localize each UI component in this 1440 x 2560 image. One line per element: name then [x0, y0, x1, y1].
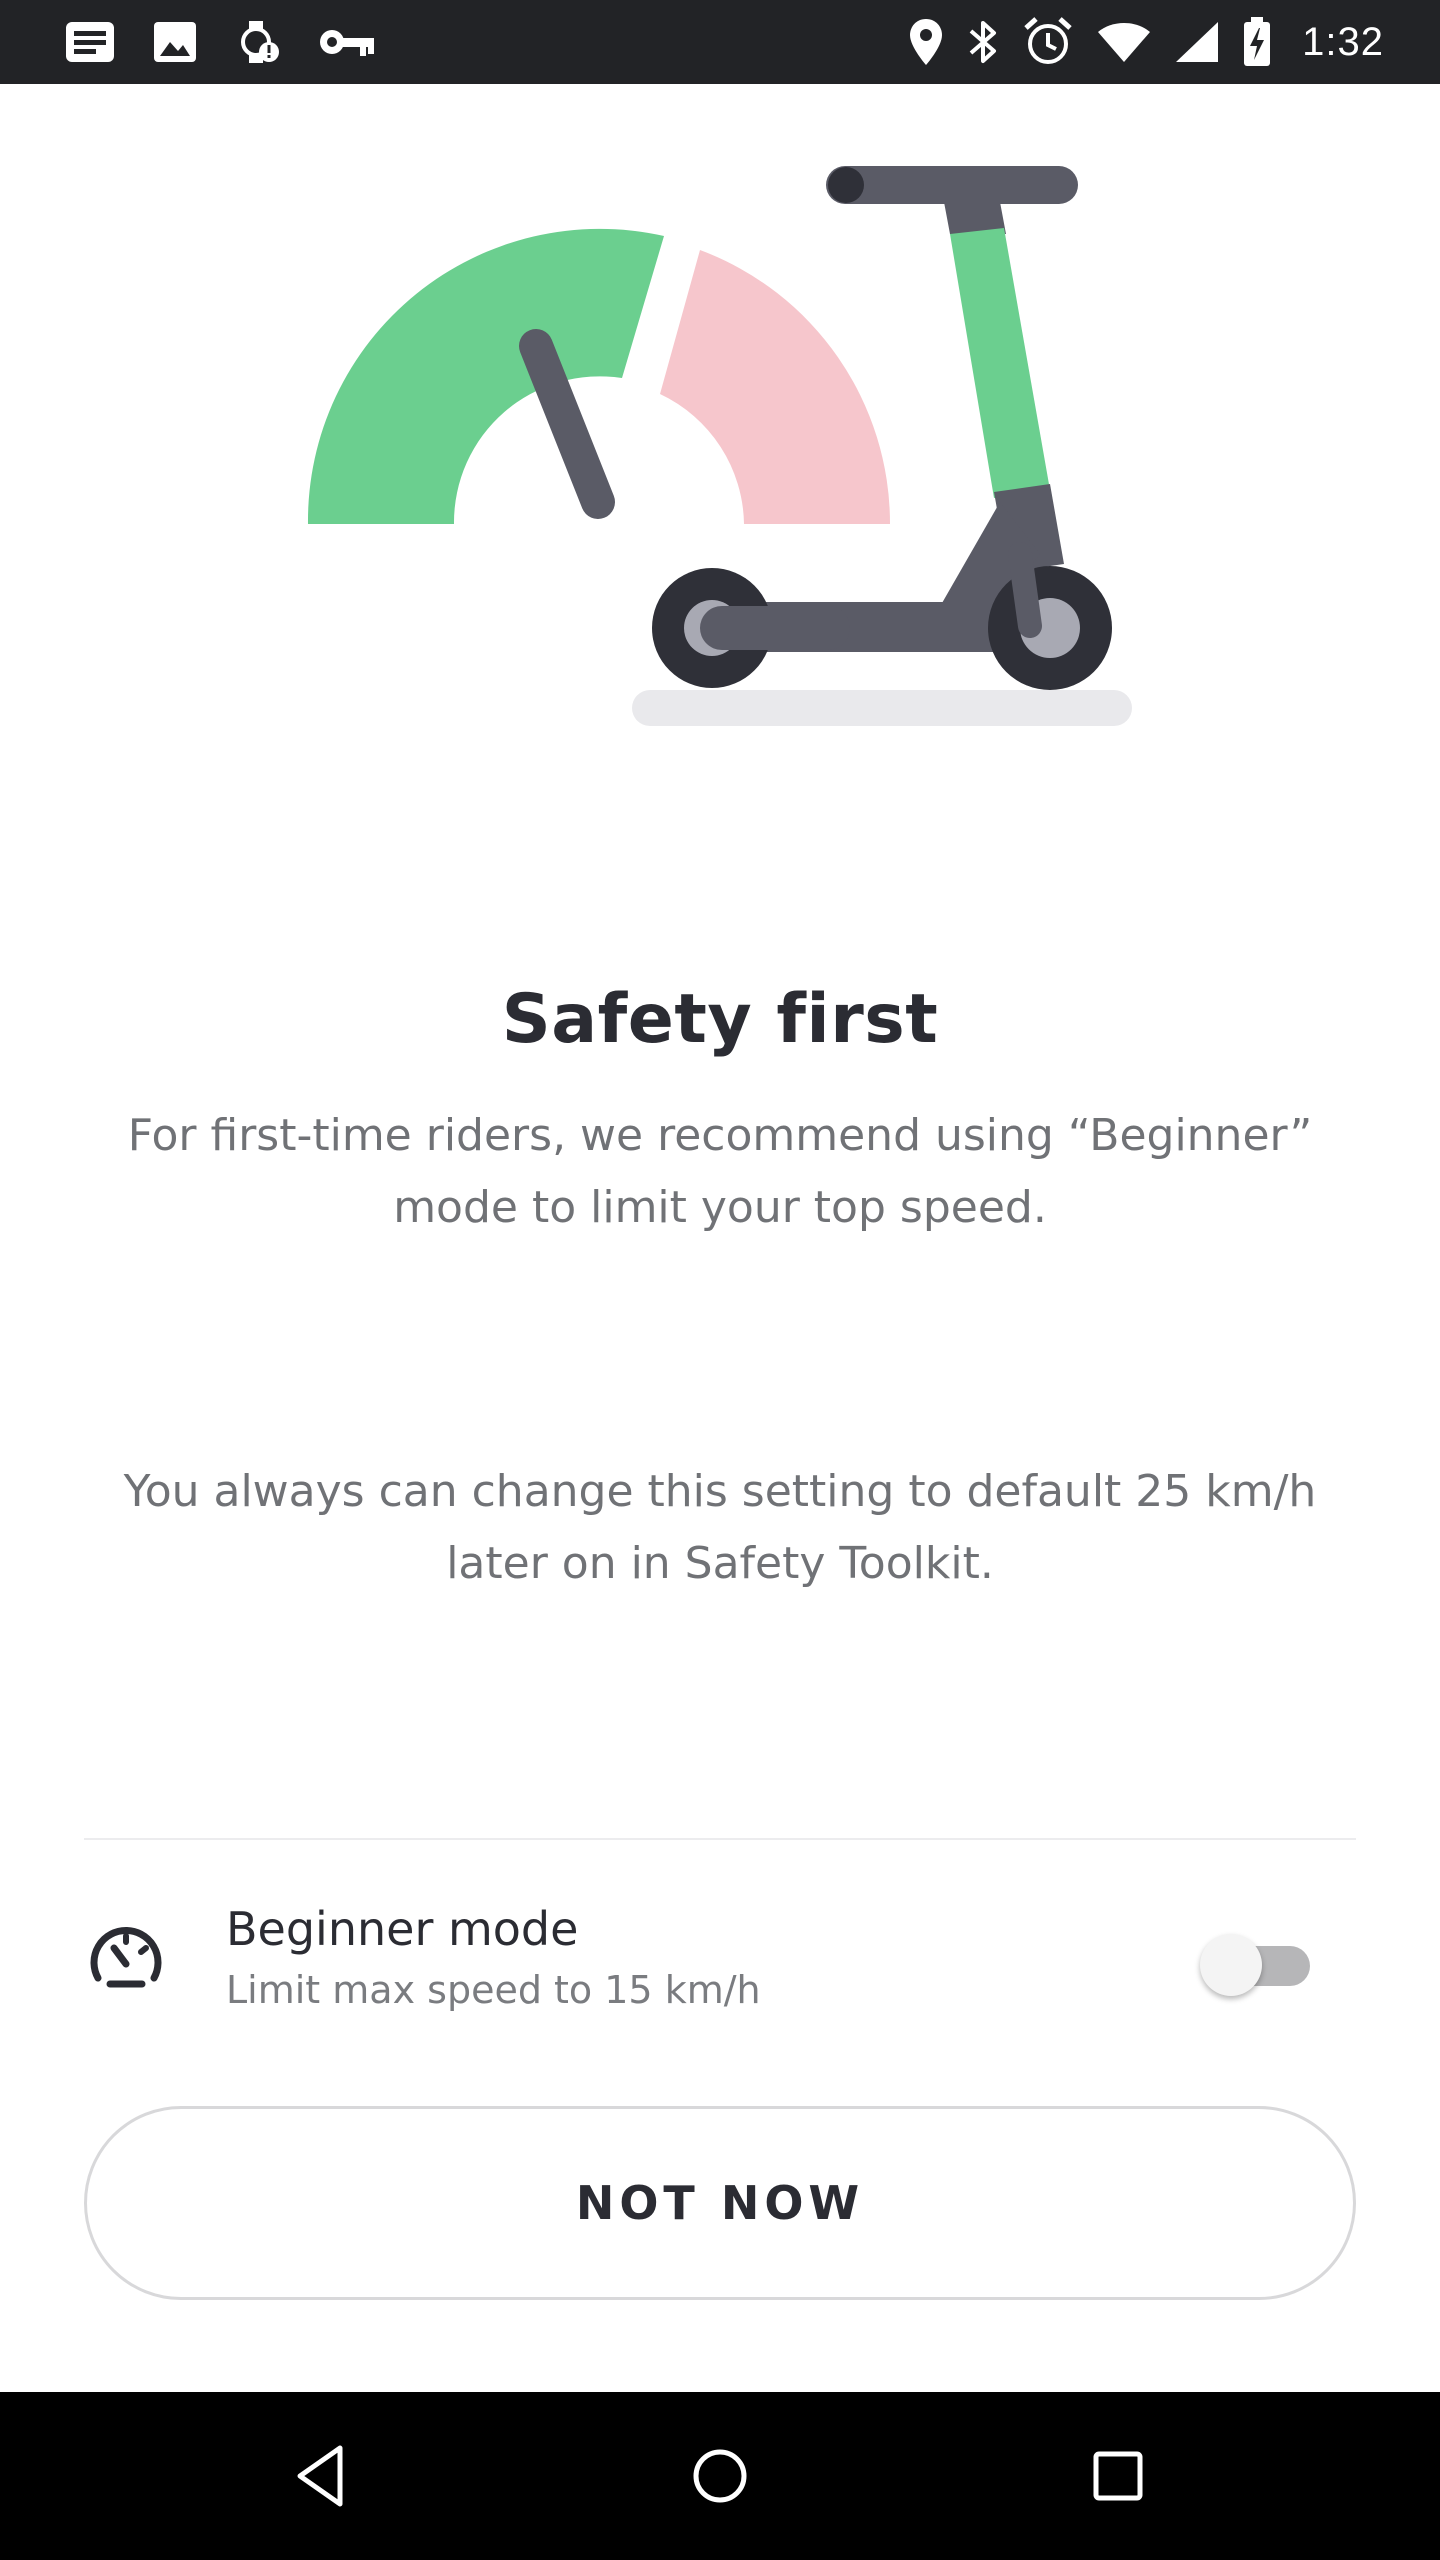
screen: 1:32 Safety first For first-time riders,… [0, 0, 1440, 2560]
divider [84, 1838, 1356, 1840]
cellular-icon [1174, 20, 1220, 64]
status-bar-right: 1:32 [908, 14, 1384, 70]
beginner-mode-title: Beginner mode [226, 1902, 579, 1956]
toggle-thumb [1200, 1934, 1262, 1996]
intro-text-line-2: mode to limit your top speed. [393, 1182, 1047, 1233]
speedometer-icon [84, 1918, 168, 2002]
scooter-stem [950, 228, 1050, 498]
watch-alert-icon [234, 18, 282, 66]
settings-note-line-1: You always can change this setting to de… [123, 1466, 1317, 1517]
page-title: Safety first [501, 980, 939, 1059]
gauge-pink-segment [660, 250, 891, 524]
home-icon[interactable] [680, 2436, 760, 2516]
key-icon [318, 24, 376, 60]
navigation-bar [0, 2392, 1440, 2560]
scooter-speedometer-illustration [307, 166, 1132, 726]
settings-note-line-2: later on in Safety Toolkit. [446, 1538, 994, 1589]
notes-icon [64, 20, 116, 64]
alarm-icon [1022, 16, 1074, 68]
settings-note: You always can change this setting to de… [100, 1456, 1340, 1600]
scooter-shadow [632, 690, 1132, 726]
beginner-mode-subtitle: Limit max speed to 15 km/h [226, 1968, 761, 2012]
gauge-green-segment [307, 228, 664, 524]
beginner-mode-toggle[interactable] [1200, 1924, 1320, 2000]
not-now-button[interactable]: NOT NOW [84, 2106, 1356, 2300]
intro-text-line-1: For first-time riders, we recommend usin… [127, 1110, 1313, 1161]
status-bar: 1:32 [0, 0, 1440, 84]
status-bar-left [64, 14, 376, 70]
back-icon[interactable] [282, 2436, 362, 2516]
wifi-icon [1096, 20, 1152, 64]
recents-icon[interactable] [1078, 2436, 1158, 2516]
beginner-mode-row[interactable]: Beginner mode Limit max speed to 15 km/h [84, 1880, 1356, 2030]
status-time: 1:32 [1302, 19, 1384, 64]
battery-charging-icon [1242, 16, 1272, 68]
intro-text: For first-time riders, we recommend usin… [120, 1100, 1320, 1244]
bluetooth-icon [966, 17, 1000, 67]
image-icon [152, 20, 198, 64]
location-icon [908, 17, 944, 67]
